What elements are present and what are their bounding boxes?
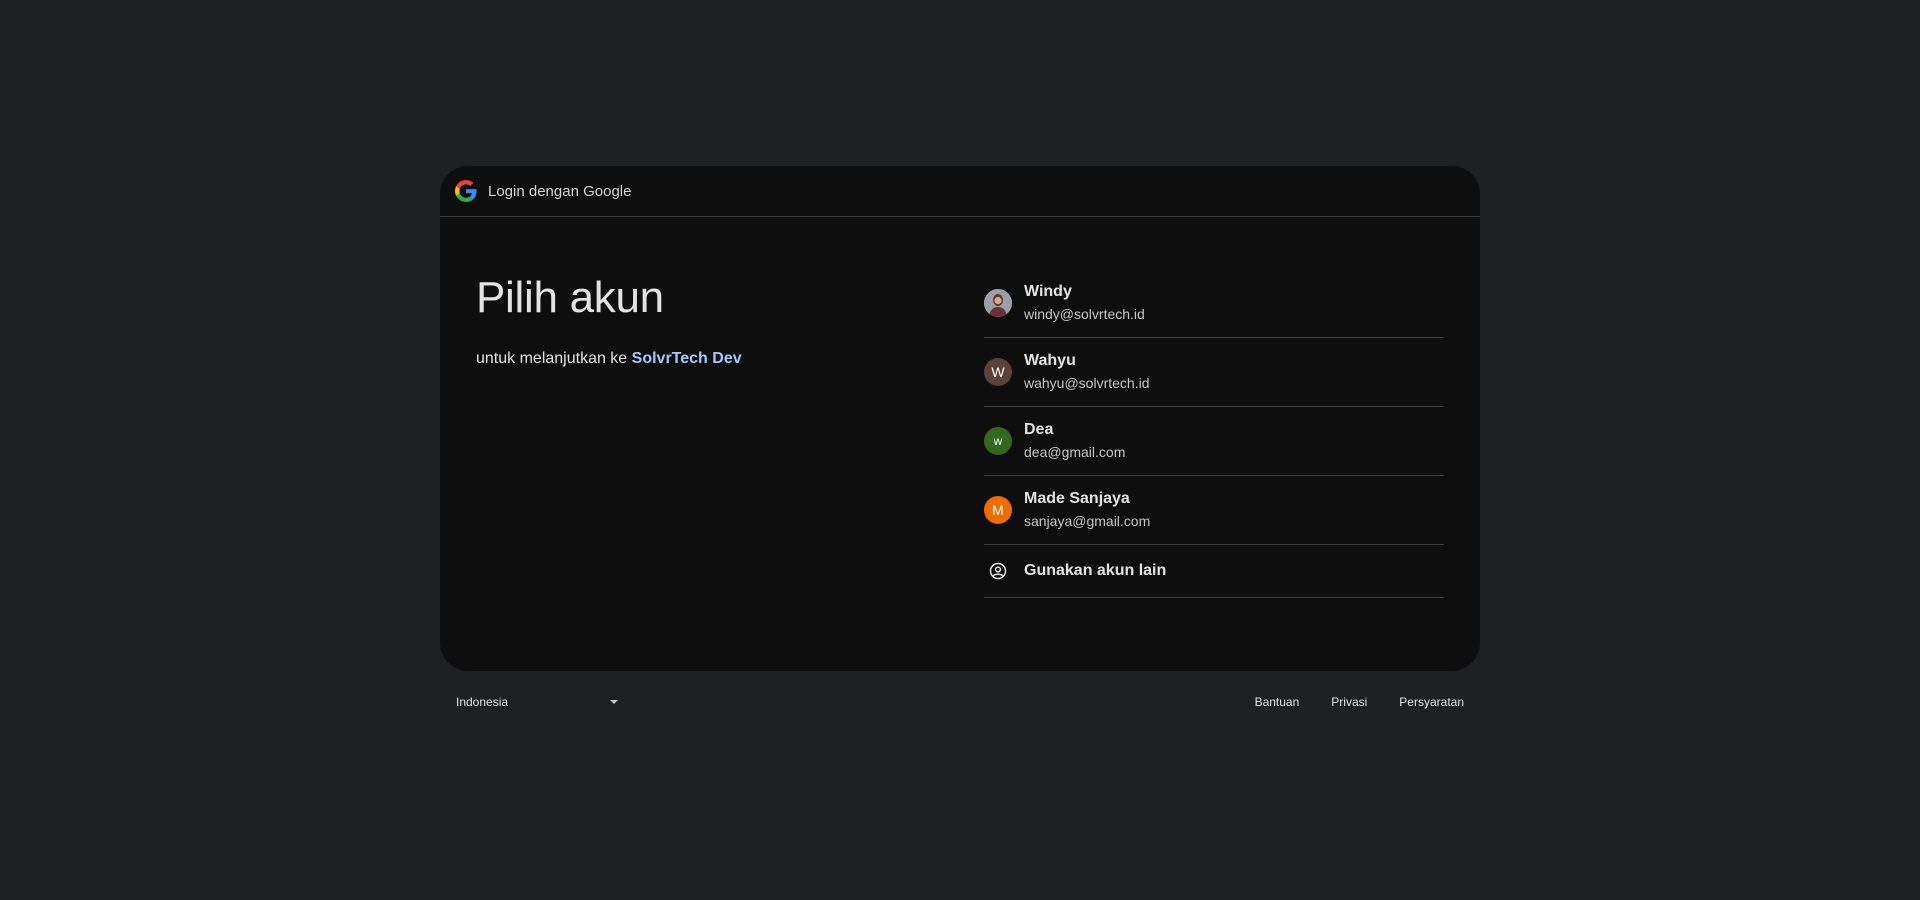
avatar-letter: w (984, 427, 1012, 455)
use-another-account-button[interactable]: Gunakan akun lain (984, 545, 1444, 598)
account-name: Wahyu (1024, 352, 1076, 369)
avatar-letter: M (984, 496, 1012, 524)
account-list: Windy windy@solvrtech.id W Wahyu wahyu@s… (984, 269, 1444, 598)
account-row-wahyu[interactable]: W Wahyu wahyu@solvrtech.id (984, 338, 1444, 407)
language-selected: Indonesia (456, 695, 509, 709)
account-name: Made Sanjaya (1024, 490, 1130, 507)
header-title: Login dengan Google (488, 182, 632, 200)
account-email: dea@gmail.com (1024, 444, 1126, 460)
use-another-account-label: Gunakan akun lain (1024, 562, 1167, 579)
account-text: Windy windy@solvrtech.id (1024, 282, 1145, 324)
page-title: Pilih akun (476, 273, 664, 322)
account-row-made-sanjaya[interactable]: M Made Sanjaya sanjaya@gmail.com (984, 476, 1444, 545)
caret-down-icon (610, 700, 618, 704)
privacy-link[interactable]: Privasi (1331, 695, 1367, 709)
account-name: Dea (1024, 421, 1054, 438)
avatar-photo (984, 289, 1012, 317)
account-text: Dea dea@gmail.com (1024, 420, 1125, 462)
footer-links: Bantuan Privasi Persyaratan (1255, 690, 1464, 714)
account-name: Windy (1024, 283, 1072, 300)
help-link[interactable]: Bantuan (1255, 695, 1300, 709)
subtitle-prefix: untuk melanjutkan ke (476, 350, 632, 367)
account-circle-icon (984, 557, 1012, 585)
terms-link[interactable]: Persyaratan (1399, 695, 1464, 709)
avatar-letter: W (984, 358, 1012, 386)
account-email: wahyu@solvrtech.id (1024, 375, 1150, 391)
language-select[interactable]: Indonesia (456, 690, 626, 714)
footer: Indonesia Bantuan Privasi Persyaratan (440, 690, 1480, 714)
account-row-windy[interactable]: Windy windy@solvrtech.id (984, 269, 1444, 338)
app-name-link[interactable]: SolvrTech Dev (632, 350, 742, 367)
account-text: Made Sanjaya sanjaya@gmail.com (1024, 489, 1150, 531)
card-header: Login dengan Google (440, 166, 1480, 217)
login-card: Login dengan Google Pilih akun untuk mel… (440, 166, 1480, 671)
subtitle: untuk melanjutkan ke SolvrTech Dev (476, 350, 742, 368)
account-row-dea[interactable]: w Dea dea@gmail.com (984, 407, 1444, 476)
account-email: sanjaya@gmail.com (1024, 513, 1151, 529)
account-email: windy@solvrtech.id (1024, 306, 1145, 322)
account-text: Wahyu wahyu@solvrtech.id (1024, 351, 1150, 393)
heading-section: Pilih akun untuk melanjutkan ke SolvrTec… (476, 276, 742, 368)
google-logo-icon (455, 180, 477, 202)
